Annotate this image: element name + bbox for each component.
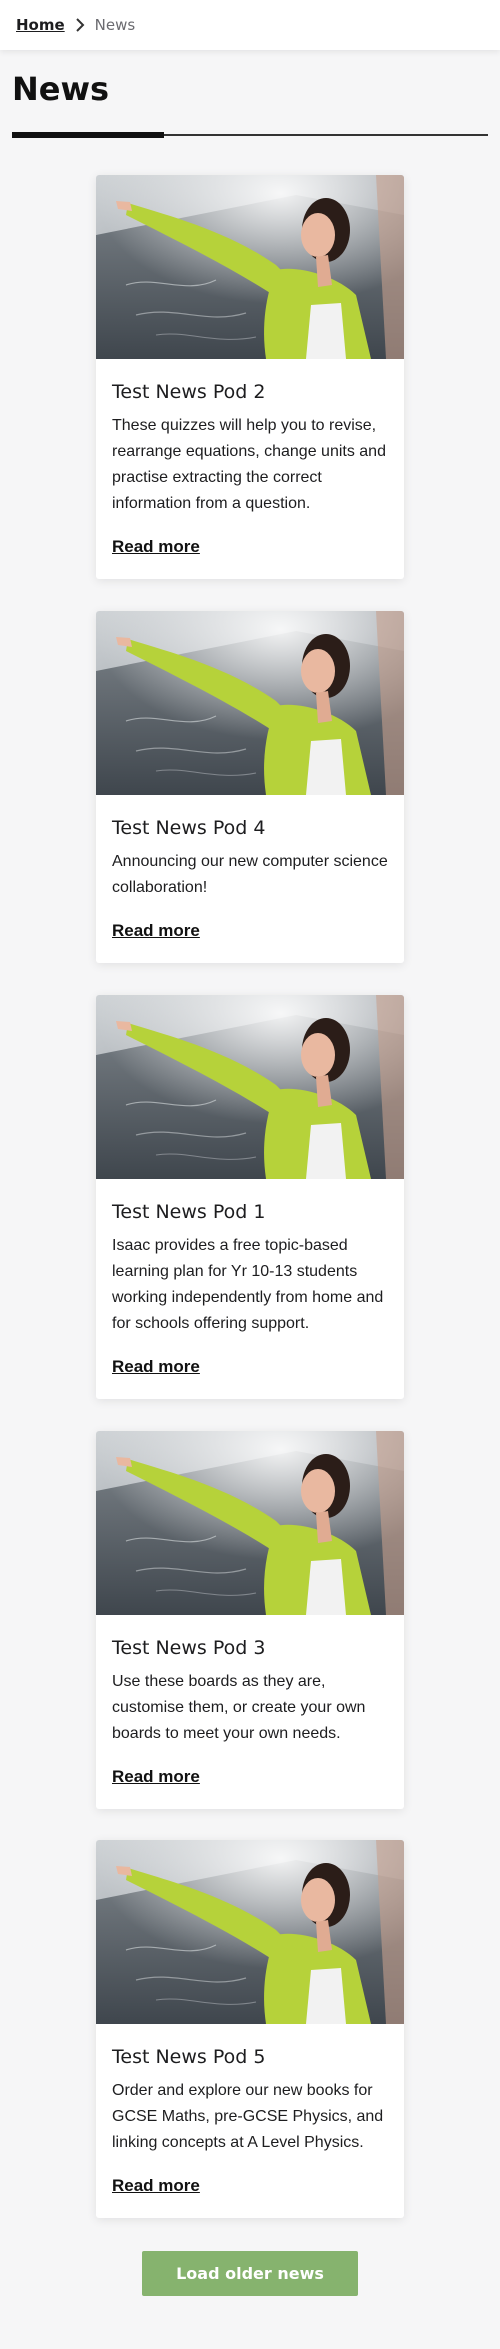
read-more-link[interactable]: Read more <box>112 921 200 941</box>
news-card: Test News Pod 2 These quizzes will help … <box>96 175 404 579</box>
title-divider-accent <box>12 132 164 138</box>
news-card-image[interactable] <box>96 175 404 359</box>
read-more-link[interactable]: Read more <box>112 1767 200 1787</box>
page-title: News <box>12 70 110 108</box>
news-card: Test News Pod 1 Isaac provides a free to… <box>96 995 404 1399</box>
news-card: Test News Pod 4 Announcing our new compu… <box>96 611 404 963</box>
news-card-text: Use these boards as they are, customise … <box>112 1673 366 1742</box>
news-card-text: These quizzes will help you to revise, r… <box>112 417 386 512</box>
news-card-title: Test News Pod 4 <box>112 817 266 839</box>
news-card-title: Test News Pod 5 <box>112 2046 266 2068</box>
news-card: Test News Pod 3 Use these boards as they… <box>96 1431 404 1809</box>
load-older-news-button[interactable]: Load older news <box>142 2251 358 2296</box>
breadcrumb-current: News <box>94 16 136 34</box>
breadcrumb: Home News <box>0 0 500 50</box>
read-more-link[interactable]: Read more <box>112 537 200 557</box>
news-card-text: Isaac provides a free topic-based learni… <box>112 1237 384 1332</box>
news-card-image[interactable] <box>96 1431 404 1615</box>
read-more-link[interactable]: Read more <box>112 1357 200 1377</box>
news-card-title: Test News Pod 2 <box>112 381 266 403</box>
news-card-text: Order and explore our new books for GCSE… <box>112 2082 384 2151</box>
news-card: Test News Pod 5 Order and explore our ne… <box>96 1840 404 2218</box>
news-card-title: Test News Pod 3 <box>112 1637 266 1659</box>
news-card-text: Announcing our new computer science coll… <box>112 853 388 896</box>
news-card-image[interactable] <box>96 1840 404 2024</box>
chevron-right-icon <box>75 18 85 32</box>
news-card-title: Test News Pod 1 <box>112 1201 266 1223</box>
breadcrumb-home-link[interactable]: Home <box>16 16 65 34</box>
news-card-image[interactable] <box>96 611 404 795</box>
read-more-link[interactable]: Read more <box>112 2176 200 2196</box>
news-card-image[interactable] <box>96 995 404 1179</box>
